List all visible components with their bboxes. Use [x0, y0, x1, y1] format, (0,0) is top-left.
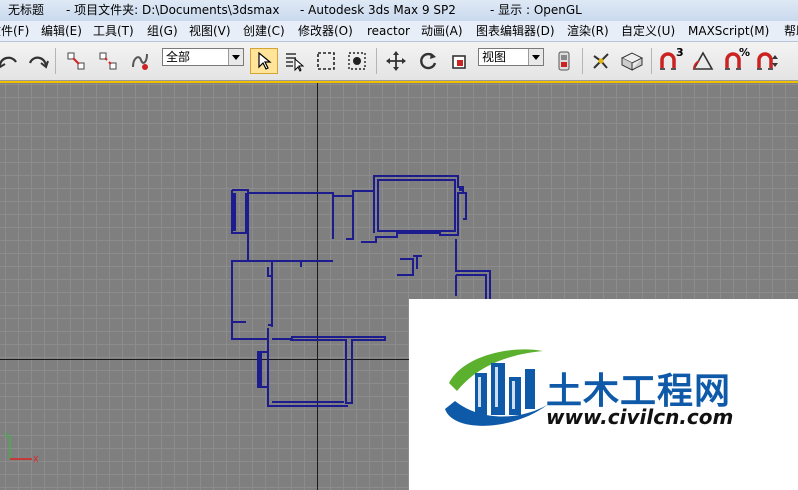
- menu-tools[interactable]: 工具(T): [92, 21, 135, 41]
- reference-coordinate-value: 视图: [482, 50, 507, 64]
- selection-filter-dropdown[interactable]: 全部: [162, 48, 244, 66]
- snap-3d-icon[interactable]: 3: [656, 46, 684, 74]
- axis-x-label: X: [33, 455, 39, 464]
- redo-icon[interactable]: [24, 48, 52, 74]
- spinner-snap-icon[interactable]: [753, 48, 781, 74]
- main-toolbar: 全部 视图 3 %: [0, 42, 798, 81]
- menu-bar: 文件(F) 编辑(E) 工具(T) 组(G) 视图(V) 创建(C) 修改器(O…: [0, 21, 798, 42]
- select-by-name-icon[interactable]: [281, 48, 309, 74]
- select-object-icon[interactable]: [250, 48, 278, 74]
- watermark-site-url: www.civilcn.com: [546, 405, 734, 429]
- axis-y-label: Y: [3, 432, 9, 441]
- menu-customize[interactable]: 自定义(U): [620, 21, 676, 41]
- selection-filter-value: 全部: [166, 50, 191, 64]
- percent-snap-label: %: [739, 46, 751, 59]
- keyboard-shortcut-icon[interactable]: [618, 48, 646, 74]
- bind-spacewarp-icon[interactable]: [126, 48, 154, 74]
- snap-3d-label: 3: [676, 46, 684, 59]
- menu-file[interactable]: 文件(F): [0, 21, 30, 41]
- select-manipulate-icon[interactable]: [587, 48, 615, 74]
- link-icon[interactable]: [62, 48, 90, 74]
- unlink-icon[interactable]: [94, 48, 122, 74]
- menu-maxscript[interactable]: MAXScript(M): [687, 21, 770, 41]
- menu-rendering[interactable]: 渲染(R): [566, 21, 610, 41]
- select-rotate-icon[interactable]: [414, 48, 442, 74]
- menu-views[interactable]: 视图(V): [188, 21, 232, 41]
- menu-modifiers[interactable]: 修改器(O): [297, 21, 354, 41]
- toolbar-separator: [582, 48, 583, 74]
- axis-tripod-gizmo: Y X: [2, 429, 42, 469]
- document-title: 无标题: [8, 3, 45, 17]
- select-scale-icon[interactable]: [446, 48, 474, 74]
- menu-group[interactable]: 组(G): [146, 21, 179, 41]
- percent-snap-icon[interactable]: %: [721, 46, 751, 74]
- menu-reactor[interactable]: reactor: [366, 21, 411, 41]
- menu-create[interactable]: 创建(C): [242, 21, 286, 41]
- title-bar: 无标题 - 项目文件夹: D:\Documents\3dsmax - Autod…: [0, 0, 798, 22]
- window-crossing-icon[interactable]: [343, 48, 371, 74]
- menu-graph-editors[interactable]: 图表编辑器(D): [475, 21, 556, 41]
- toolbar-separator: [651, 48, 652, 74]
- menu-edit[interactable]: 编辑(E): [40, 21, 83, 41]
- toolbar-separator: [55, 48, 56, 74]
- menu-animation[interactable]: 动画(A): [420, 21, 464, 41]
- civilcn-logo-icon: [445, 349, 547, 426]
- project-folder-label: - 项目文件夹: D:\Documents\3dsmax: [66, 3, 280, 17]
- display-mode-label: - 显示 : OpenGL: [490, 3, 582, 17]
- chevron-down-icon[interactable]: [228, 49, 243, 65]
- reference-coordinate-dropdown[interactable]: 视图: [478, 48, 544, 66]
- app-window: 无标题 - 项目文件夹: D:\Documents\3dsmax - Autod…: [0, 0, 798, 490]
- menu-help[interactable]: 帮助(H): [783, 21, 798, 41]
- toolbar-separator: [376, 48, 377, 74]
- undo-icon[interactable]: [0, 48, 22, 74]
- chevron-down-icon[interactable]: [528, 49, 543, 65]
- pivot-center-icon[interactable]: [550, 48, 578, 74]
- select-move-icon[interactable]: [382, 48, 410, 74]
- angle-snap-icon[interactable]: [689, 48, 717, 74]
- app-name-label: - Autodesk 3ds Max 9 SP2: [300, 3, 456, 17]
- watermark-panel: 土木工程网 www.civilcn.com: [409, 299, 798, 490]
- rectangle-region-icon[interactable]: [312, 48, 340, 74]
